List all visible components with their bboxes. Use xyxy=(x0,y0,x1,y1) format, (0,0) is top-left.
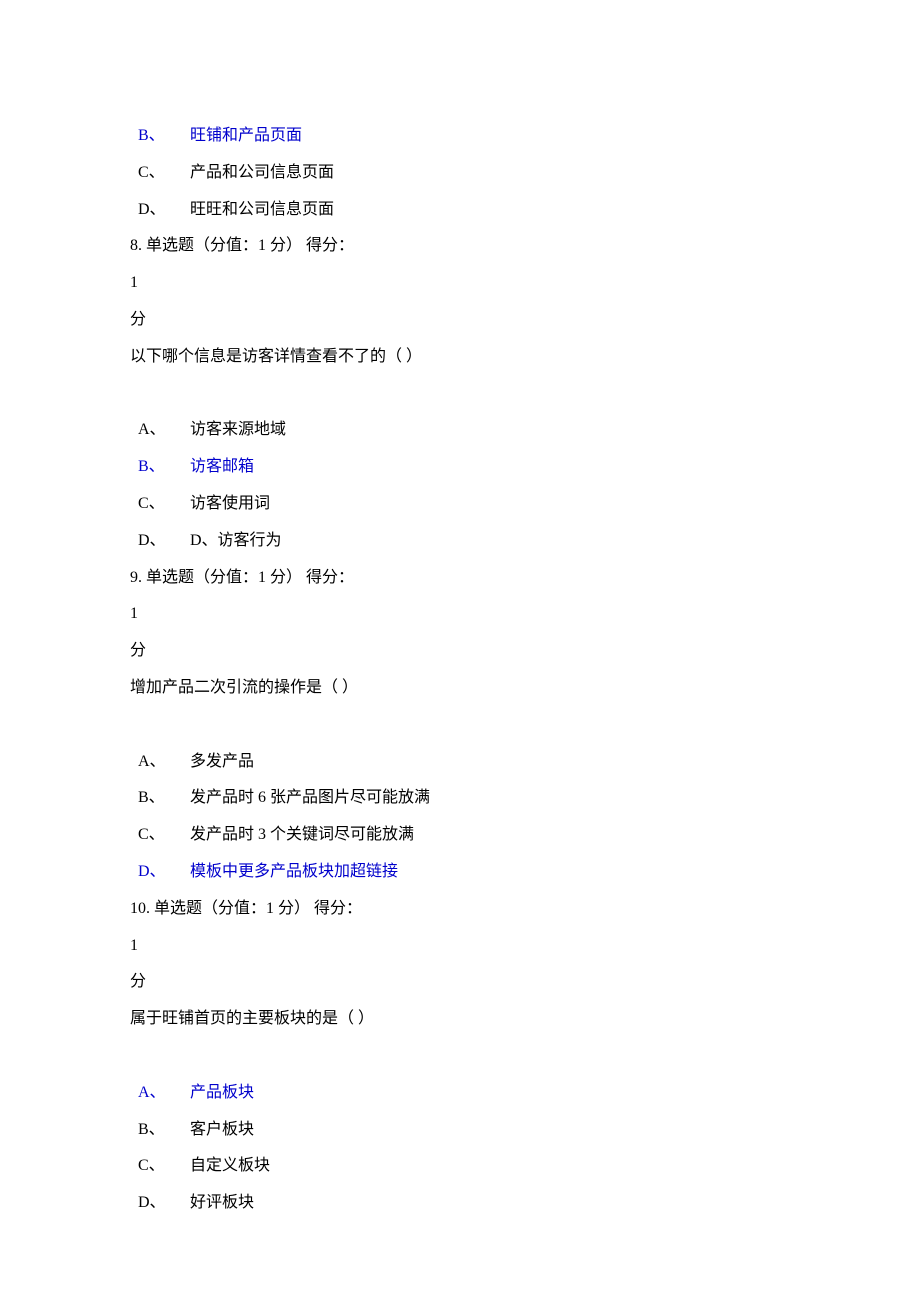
option-text: 发产品时 3 个关键词尽可能放满 xyxy=(190,826,414,843)
option-letter: D、 xyxy=(138,854,190,891)
q9-option-c: C、发产品时 3 个关键词尽可能放满 xyxy=(130,817,790,854)
blank-line xyxy=(130,1038,790,1075)
blank-line xyxy=(130,707,790,744)
q7-option-b: B、旺铺和产品页面 xyxy=(130,118,790,155)
option-letter: A、 xyxy=(138,412,190,449)
q9-score-num: 1 xyxy=(130,596,790,633)
option-letter: D、 xyxy=(138,1185,190,1222)
option-letter: C、 xyxy=(138,486,190,523)
q8-stem: 以下哪个信息是访客详情查看不了的（ ） xyxy=(130,339,790,376)
option-text: 产品和公司信息页面 xyxy=(190,164,334,181)
option-letter: A、 xyxy=(138,744,190,781)
option-letter: A、 xyxy=(138,1075,190,1112)
option-letter: B、 xyxy=(138,780,190,817)
q8-option-d: D、D、访客行为 xyxy=(130,523,790,560)
option-letter: D、 xyxy=(138,523,190,560)
option-text: D、访客行为 xyxy=(190,532,282,549)
q7-option-d: D、旺旺和公司信息页面 xyxy=(130,192,790,229)
option-text: 访客邮箱 xyxy=(190,458,254,475)
option-text: 自定义板块 xyxy=(190,1157,270,1174)
option-text: 访客来源地域 xyxy=(190,421,286,438)
q9-option-d: D、模板中更多产品板块加超链接 xyxy=(130,854,790,891)
q10-option-b: B、客户板块 xyxy=(130,1112,790,1149)
q9-stem: 增加产品二次引流的操作是（ ） xyxy=(130,670,790,707)
q9-score-unit: 分 xyxy=(130,633,790,670)
option-letter: C、 xyxy=(138,155,190,192)
q10-option-d: D、好评板块 xyxy=(130,1185,790,1222)
option-text: 旺铺和产品页面 xyxy=(190,127,302,144)
q9-header: 9. 单选题（分值：1 分） 得分： xyxy=(130,560,790,597)
q10-stem: 属于旺铺首页的主要板块的是（ ） xyxy=(130,1001,790,1038)
option-letter: C、 xyxy=(138,1148,190,1185)
option-text: 产品板块 xyxy=(190,1084,254,1101)
q8-option-b: B、访客邮箱 xyxy=(130,449,790,486)
blank-line xyxy=(130,376,790,413)
option-text: 多发产品 xyxy=(190,753,254,770)
q8-score-unit: 分 xyxy=(130,302,790,339)
option-text: 访客使用词 xyxy=(190,495,270,512)
option-letter: B、 xyxy=(138,118,190,155)
option-text: 旺旺和公司信息页面 xyxy=(190,201,334,218)
q9-option-a: A、多发产品 xyxy=(130,744,790,781)
q8-option-c: C、访客使用词 xyxy=(130,486,790,523)
q9-option-b: B、发产品时 6 张产品图片尽可能放满 xyxy=(130,780,790,817)
option-letter: B、 xyxy=(138,449,190,486)
q8-option-a: A、访客来源地域 xyxy=(130,412,790,449)
option-letter: D、 xyxy=(138,192,190,229)
q10-option-a: A、产品板块 xyxy=(130,1075,790,1112)
q10-score-num: 1 xyxy=(130,928,790,965)
q10-option-c: C、自定义板块 xyxy=(130,1148,790,1185)
q7-option-c: C、产品和公司信息页面 xyxy=(130,155,790,192)
q10-score-unit: 分 xyxy=(130,964,790,1001)
q10-header: 10. 单选题（分值：1 分） 得分： xyxy=(130,891,790,928)
q8-score-num: 1 xyxy=(130,265,790,302)
q8-header: 8. 单选题（分值：1 分） 得分： xyxy=(130,228,790,265)
option-text: 发产品时 6 张产品图片尽可能放满 xyxy=(190,789,430,806)
option-letter: B、 xyxy=(138,1112,190,1149)
option-text: 模板中更多产品板块加超链接 xyxy=(190,863,398,880)
option-text: 好评板块 xyxy=(190,1194,254,1211)
option-letter: C、 xyxy=(138,817,190,854)
option-text: 客户板块 xyxy=(190,1121,254,1138)
